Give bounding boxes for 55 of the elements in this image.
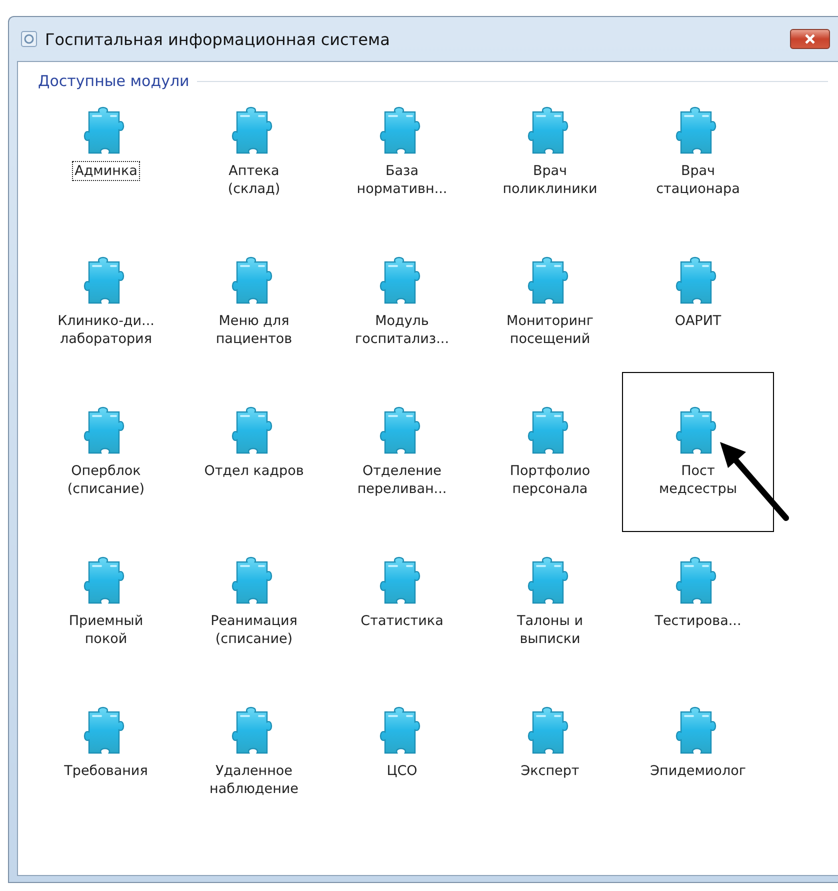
module-tile[interactable]: Меню для пациентов [180, 252, 328, 402]
module-label: Пост медсестры [658, 462, 738, 498]
module-tile[interactable]: Админка [32, 102, 180, 252]
module-label: ОАРИТ [674, 312, 722, 330]
module-label: Модуль госпитализ... [354, 312, 450, 348]
group-title: Доступные модули [38, 72, 190, 90]
module-tile[interactable]: Модуль госпитализ... [328, 252, 476, 402]
module-label: Талоны и выписки [516, 612, 584, 648]
module-tile[interactable]: Оперблок (списание) [32, 402, 180, 552]
module-label: Статистика [360, 612, 444, 630]
module-tile[interactable]: Эксперт [476, 702, 624, 852]
module-tile[interactable]: Аптека (склад) [180, 102, 328, 252]
module-tile[interactable]: Портфолио персонала [476, 402, 624, 552]
module-tile[interactable]: Приемный покой [32, 552, 180, 702]
module-tile[interactable]: Статистика [328, 552, 476, 702]
module-label: Клинико-ди... лаборатория [56, 312, 156, 348]
module-label: Отдел кадров [203, 462, 305, 480]
module-tile[interactable]: Отдел кадров [180, 402, 328, 552]
module-label: Удаленное наблюдение [208, 762, 300, 798]
module-tile[interactable]: Врач поликлиники [476, 102, 624, 252]
module-label: Врач стационара [655, 162, 741, 198]
app-icon [21, 31, 37, 47]
module-label: Эксперт [520, 762, 580, 780]
module-tile[interactable]: Требования [32, 702, 180, 852]
module-tile[interactable]: Врач стационара [624, 102, 772, 252]
module-tile[interactable]: Клинико-ди... лаборатория [32, 252, 180, 402]
module-tile[interactable]: Эпидемиолог [624, 702, 772, 852]
module-label: Админка [72, 162, 140, 180]
close-button[interactable] [790, 29, 830, 49]
module-label: Мониторинг посещений [506, 312, 594, 348]
close-icon [804, 34, 816, 44]
module-tile[interactable]: Мониторинг посещений [476, 252, 624, 402]
module-label: Врач поликлиники [502, 162, 598, 198]
module-tile[interactable]: Удаленное наблюдение [180, 702, 328, 852]
module-label: Отделение переливан... [356, 462, 448, 498]
module-tile[interactable]: ЦСО [328, 702, 476, 852]
module-label: Приемный покой [68, 612, 144, 648]
module-tile[interactable]: Реанимация (списание) [180, 552, 328, 702]
module-label: Эпидемиолог [649, 762, 747, 780]
module-label: Тестирова... [654, 612, 742, 630]
module-tile[interactable]: Пост медсестры [624, 402, 772, 552]
module-label: Реанимация (списание) [210, 612, 298, 648]
module-tile[interactable]: Отделение переливан... [328, 402, 476, 552]
module-label: База нормативн... [356, 162, 448, 198]
module-tile[interactable]: ОАРИТ [624, 252, 772, 402]
module-label: Меню для пациентов [214, 312, 294, 348]
module-tile[interactable]: Талоны и выписки [476, 552, 624, 702]
module-tile[interactable]: База нормативн... [328, 102, 476, 252]
module-label: Оперблок (списание) [66, 462, 146, 498]
module-label: Требования [63, 762, 149, 780]
module-tile[interactable]: Тестирова... [624, 552, 772, 702]
module-label: ЦСО [386, 762, 418, 780]
window-title: Госпитальная информационная система [45, 30, 391, 48]
module-label: Портфолио персонала [508, 462, 592, 498]
module-label: Аптека (склад) [226, 162, 282, 198]
